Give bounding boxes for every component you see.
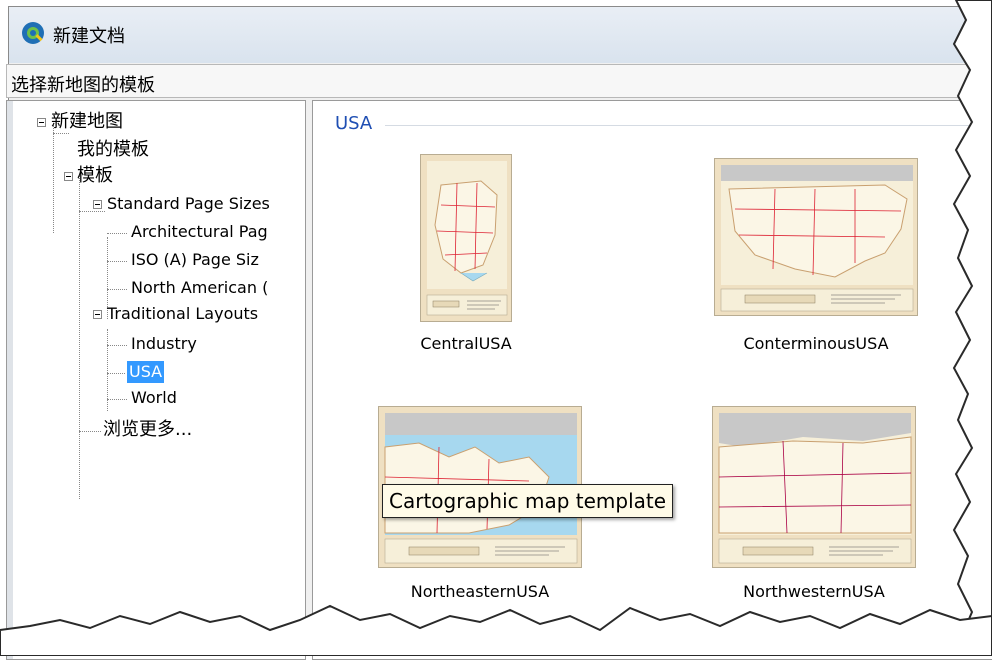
tree-connector (107, 289, 127, 290)
tree-connector (107, 233, 127, 234)
template-prompt-header: 选择新地图的模板 (6, 64, 992, 98)
group-divider (385, 125, 992, 126)
tree-connector (107, 373, 125, 374)
template-label-central-usa[interactable]: CentralUSA (346, 334, 586, 353)
tree-connector (79, 211, 105, 212)
template-tooltip: Cartographic map template (382, 484, 674, 518)
tree-item-new-map[interactable]: 新建地图 (51, 111, 123, 133)
tree-connector (79, 431, 101, 432)
tree-item-world[interactable]: World (131, 387, 177, 409)
tree-connector (107, 399, 127, 400)
tree-connector (53, 125, 54, 233)
map-thumbnail-icon (720, 165, 914, 312)
template-prompt-text: 选择新地图的模板 (11, 75, 155, 96)
template-label-conterminous-usa[interactable]: ConterminousUSA (696, 334, 936, 353)
template-tree[interactable]: 新建地图 我的模板 模板 Standard Page Sizes Archite… (6, 100, 306, 660)
tree-item-north-american[interactable]: North American ( (131, 277, 268, 299)
tree-item-industry[interactable]: Industry (131, 333, 197, 355)
qgis-globe-icon (22, 22, 44, 44)
tree-item-iso[interactable]: ISO (A) Page Siz (131, 249, 259, 271)
tree-connector (107, 261, 127, 262)
tree-item-usa[interactable]: USA (127, 361, 165, 383)
window-title: 新建文档 (53, 26, 125, 47)
torn-edge-bottom (0, 604, 992, 656)
template-thumbnail[interactable] (420, 154, 512, 322)
tree-connector (53, 133, 69, 134)
template-thumbnail[interactable] (712, 406, 916, 568)
collapse-toggle-icon[interactable] (93, 310, 102, 319)
group-title: USA (335, 113, 373, 134)
tree-connector (79, 175, 80, 499)
tree-item-standard-page-sizes[interactable]: Standard Page Sizes (107, 193, 270, 215)
tree-left-edge (7, 101, 13, 659)
tree-item-my-templates[interactable]: 我的模板 (77, 139, 149, 161)
template-thumbnail[interactable] (714, 158, 918, 316)
title-bar: 新建文档 (9, 7, 992, 63)
collapse-toggle-icon[interactable] (93, 200, 102, 209)
tree-connector (107, 345, 127, 346)
collapse-toggle-icon[interactable] (64, 172, 73, 181)
tree-item-browse-more[interactable]: 浏览更多... (103, 419, 192, 441)
map-thumbnail-icon (718, 413, 912, 564)
map-thumbnail-icon (426, 161, 508, 316)
collapse-toggle-icon[interactable] (37, 118, 46, 127)
tree-item-traditional-layouts[interactable]: Traditional Layouts (107, 303, 258, 325)
torn-edge-right (952, 0, 992, 656)
tree-item-templates[interactable]: 模板 (77, 165, 113, 187)
tree-item-architectural[interactable]: Architectural Pag (131, 221, 268, 243)
